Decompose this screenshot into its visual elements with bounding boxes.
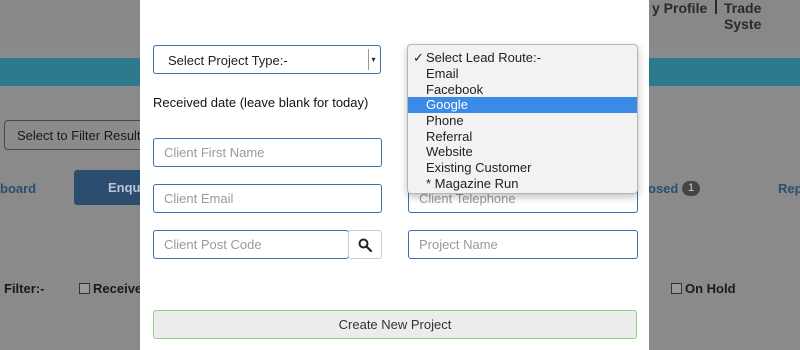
lead-route-option-label: Google — [426, 97, 468, 112]
lead-route-option-label: Email — [426, 66, 459, 81]
closed-link[interactable]: osed — [648, 181, 678, 196]
on-hold-checkbox-label: On Hold — [685, 281, 736, 296]
client-post-code-input[interactable] — [153, 230, 349, 259]
lead-route-dropdown[interactable]: ✓ Select Lead Route:- Email Facebook Goo… — [407, 44, 638, 194]
lead-route-option-label: Existing Customer — [426, 160, 532, 175]
search-icon — [358, 238, 372, 252]
nav-separator — [715, 0, 717, 14]
client-email-input[interactable] — [153, 184, 382, 213]
lead-route-option-label: Facebook — [426, 82, 484, 97]
lead-route-option[interactable]: ✓ Select Lead Route:- — [408, 50, 637, 66]
create-new-project-button[interactable]: Create New Project — [153, 310, 637, 339]
received-date-label: Received date (leave blank for today) — [153, 95, 369, 110]
lead-route-option-highlighted[interactable]: Google — [408, 97, 637, 113]
lead-route-option[interactable]: Email — [408, 66, 637, 82]
lead-route-option[interactable]: Facebook — [408, 82, 637, 98]
chevron-down-icon: ▾ — [368, 49, 378, 70]
reports-link[interactable]: Rep — [778, 181, 800, 196]
filter-label: Filter:- — [4, 281, 45, 296]
lead-route-option[interactable]: Phone — [408, 113, 637, 129]
received-checkbox[interactable] — [79, 283, 90, 294]
post-code-search-button[interactable] — [348, 230, 382, 259]
nav-trade-system[interactable]: Trade Syste — [724, 0, 800, 32]
lead-route-option-label: Website — [426, 144, 473, 159]
lead-route-option[interactable]: Referral — [408, 129, 637, 145]
lead-route-option-label: Phone — [426, 113, 464, 128]
lead-route-option-label: Referral — [426, 129, 473, 144]
lead-route-option[interactable]: * Magazine Run — [408, 176, 637, 192]
client-first-name-input[interactable] — [153, 138, 382, 167]
nav-my-profile[interactable]: y Profile — [652, 0, 707, 16]
enquiries-tab-label: Enqui — [108, 180, 145, 195]
dashboard-link[interactable]: board — [0, 181, 36, 196]
on-hold-checkbox[interactable] — [671, 283, 682, 294]
lead-route-option-label: Select Lead Route:- — [426, 50, 541, 65]
lead-route-option[interactable]: Existing Customer — [408, 160, 637, 176]
lead-route-option-label: * Magazine Run — [426, 176, 519, 191]
filter-results-label: Select to Filter Results — [17, 128, 148, 143]
closed-count-badge: 1 — [682, 181, 700, 196]
project-type-select-value: Select Project Type:- — [168, 53, 288, 68]
checkmark-icon: ✓ — [413, 50, 424, 65]
lead-route-option[interactable]: Website — [408, 144, 637, 160]
project-type-select[interactable]: Select Project Type:- ▾ — [153, 45, 381, 74]
project-name-input[interactable] — [408, 230, 638, 259]
